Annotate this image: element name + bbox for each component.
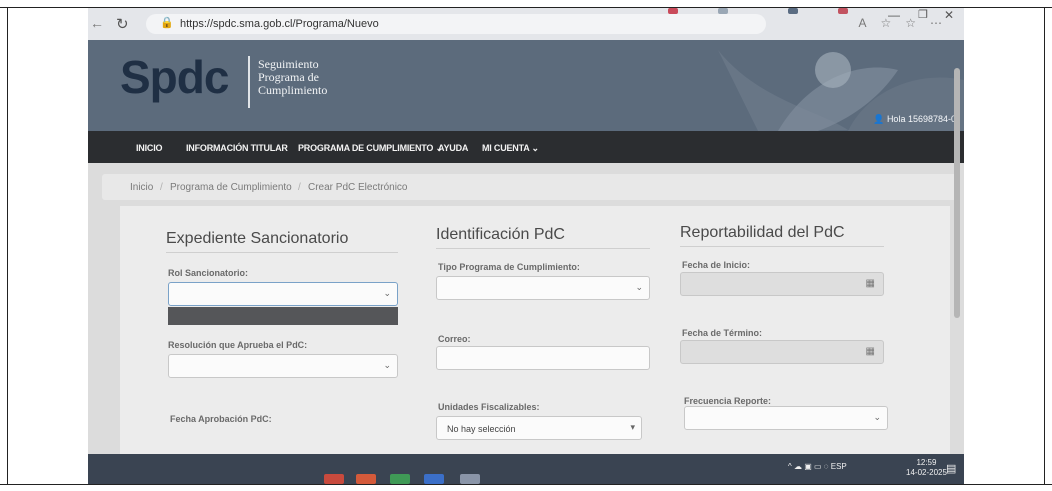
chevron-down-icon: ⌄ bbox=[873, 412, 881, 422]
chevron-down-icon: ⌄ bbox=[635, 282, 643, 292]
nav-mi-cuenta[interactable]: MI CUENTA ⌄ bbox=[482, 143, 539, 154]
rol-sancionatorio-label: Rol Sancionatorio: bbox=[168, 268, 249, 278]
nav-inicio[interactable]: INICIO bbox=[136, 143, 163, 153]
unidades-fiscalizables-label: Unidades Fiscalizables: bbox=[438, 402, 540, 412]
rol-sancionatorio-select[interactable]: ⌄ bbox=[168, 282, 398, 306]
frame-rule-bottom bbox=[0, 484, 1052, 485]
section-divider bbox=[436, 248, 650, 249]
unidades-fiscalizables-select[interactable]: No hay selección ▾ bbox=[436, 416, 642, 440]
tab-favicon[interactable] bbox=[668, 8, 678, 14]
taskbar-time: 12:59 bbox=[916, 458, 937, 467]
section-title: Reportabilidad del PdC bbox=[680, 224, 845, 241]
fecha-aprobacion-label: Fecha Aprobación PdC: bbox=[170, 414, 272, 424]
rol-sancionatorio-dropdown[interactable] bbox=[168, 307, 398, 325]
unidades-fiscalizables-value: No hay selección bbox=[447, 424, 516, 434]
taskbar-app-icon[interactable] bbox=[390, 474, 410, 484]
taskbar-app-icon[interactable] bbox=[460, 474, 480, 484]
breadcrumb-item[interactable]: Programa de Cumplimiento bbox=[170, 182, 292, 193]
breadcrumb-separator: / bbox=[160, 182, 163, 193]
fecha-inicio-input[interactable]: ▦ bbox=[680, 272, 884, 296]
system-tray[interactable]: ^ ☁ ▣ ▭ ◌ ESP bbox=[788, 462, 847, 471]
section-title: Expediente Sancionatorio bbox=[166, 230, 349, 247]
logo-divider bbox=[248, 56, 250, 108]
breadcrumb: Inicio / Programa de Cumplimiento / Crea… bbox=[102, 174, 960, 200]
notifications-icon[interactable]: ▤ bbox=[946, 462, 956, 475]
correo-input[interactable] bbox=[436, 346, 650, 370]
tab-favicon[interactable] bbox=[838, 8, 848, 14]
tipo-programa-label: Tipo Programa de Cumplimiento: bbox=[438, 262, 580, 272]
fecha-termino-label: Fecha de Término: bbox=[682, 328, 763, 338]
chevron-down-icon: ⌄ bbox=[383, 288, 391, 298]
taskbar-app-icon[interactable] bbox=[324, 474, 344, 484]
fecha-inicio-label: Fecha de Inicio: bbox=[682, 260, 751, 270]
correo-label: Correo: bbox=[438, 334, 471, 344]
tipo-programa-select[interactable]: ⌄ bbox=[436, 276, 650, 300]
frame-rule-left bbox=[7, 7, 8, 485]
document-frame: ← ↻ 🔒 https://spdc.sma.gob.cl/Programa/N… bbox=[0, 0, 1052, 491]
nav-informacion-titular[interactable]: INFORMACIÓN TITULAR bbox=[186, 143, 288, 153]
address-url[interactable]: https://spdc.sma.gob.cl/Programa/Nuevo bbox=[180, 18, 379, 30]
nav-programa-cumplimiento[interactable]: PROGRAMA DE CUMPLIMIENTO ⌄ bbox=[298, 143, 443, 154]
input-language[interactable]: ESP bbox=[831, 462, 847, 471]
resolucion-label: Resolución que Aprueba el PdC: bbox=[168, 340, 308, 350]
breadcrumb-separator: / bbox=[298, 182, 301, 193]
logo-subtitle: Seguimiento Programa de Cumplimiento bbox=[258, 58, 327, 97]
back-icon[interactable]: ← bbox=[90, 15, 104, 31]
taskbar-date: 14-02-2025 bbox=[906, 468, 947, 477]
taskbar-app-icon[interactable] bbox=[424, 474, 444, 484]
calendar-icon[interactable]: ▦ bbox=[866, 278, 875, 289]
frame-rule-right bbox=[1044, 7, 1045, 485]
tab-favicon[interactable] bbox=[788, 8, 798, 14]
nav-ayuda[interactable]: AYUDA bbox=[438, 143, 468, 153]
section-divider bbox=[680, 246, 884, 247]
taskbar-app-icon[interactable] bbox=[356, 474, 376, 484]
section-title: Identificación PdC bbox=[436, 226, 565, 243]
user-greeting[interactable]: 👤 Hola 15698784-0 bbox=[873, 114, 956, 125]
site-header: Spdc Seguimiento Programa de Cumplimient… bbox=[88, 40, 964, 131]
tab-strip bbox=[648, 8, 964, 16]
breadcrumb-item[interactable]: Inicio bbox=[130, 182, 153, 193]
section-divider bbox=[166, 252, 398, 253]
chevron-down-icon: ⌄ bbox=[383, 360, 391, 370]
frecuencia-reporte-select[interactable]: ⌄ bbox=[684, 406, 888, 430]
site-logo[interactable]: Spdc bbox=[120, 50, 229, 104]
taskbar-clock[interactable]: 12:59 14-02-2025 bbox=[906, 458, 947, 478]
breadcrumb-item-current: Crear PdC Electrónico bbox=[308, 182, 408, 193]
fecha-termino-input[interactable]: ▦ bbox=[680, 340, 884, 364]
monitor-screen: ← ↻ 🔒 https://spdc.sma.gob.cl/Programa/N… bbox=[88, 8, 964, 484]
frecuencia-reporte-label: Frecuencia Reporte: bbox=[684, 396, 772, 406]
chevron-down-icon: ▾ bbox=[630, 422, 635, 432]
main-nav: INICIO INFORMACIÓN TITULAR PROGRAMA DE C… bbox=[88, 131, 964, 163]
user-greeting-text: Hola 15698784-0 bbox=[886, 114, 956, 124]
reload-icon[interactable]: ↻ bbox=[116, 15, 129, 33]
browser-toolbar-icons[interactable]: A☆☆⋯ bbox=[858, 16, 956, 30]
browser-chrome: ← ↻ 🔒 https://spdc.sma.gob.cl/Programa/N… bbox=[88, 8, 964, 40]
form-panel: Expediente Sancionatorio Rol Sancionator… bbox=[120, 206, 950, 484]
page-scrollbar[interactable] bbox=[954, 68, 960, 318]
os-taskbar: ^ ☁ ▣ ▭ ◌ ESP 12:59 14-02-2025 ▤ bbox=[88, 454, 964, 484]
resolucion-select[interactable]: ⌄ bbox=[168, 354, 398, 378]
logo-subtitle-line: Cumplimiento bbox=[258, 83, 328, 97]
lock-icon: 🔒 bbox=[160, 17, 174, 29]
calendar-icon[interactable]: ▦ bbox=[866, 346, 875, 357]
tab-favicon[interactable] bbox=[718, 8, 728, 14]
